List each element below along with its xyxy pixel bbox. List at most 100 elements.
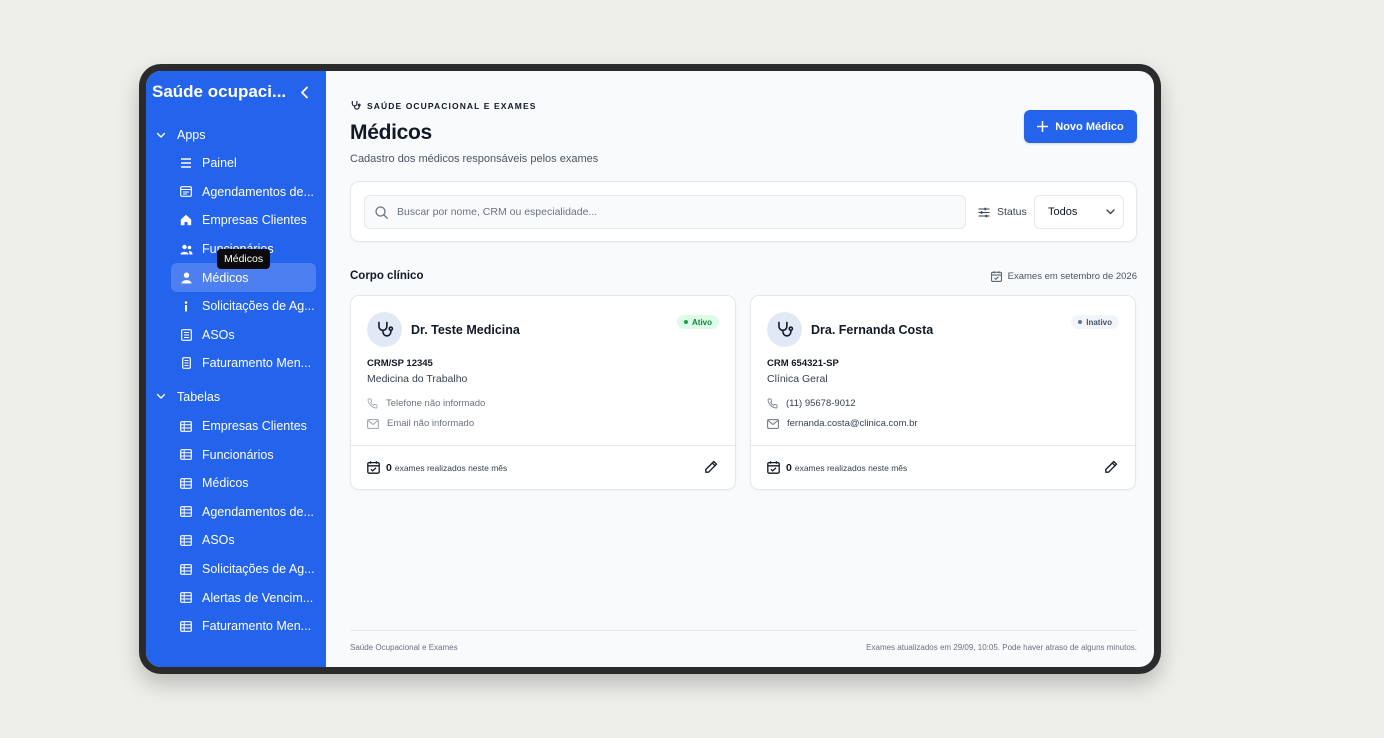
- page-subtitle: Cadastro dos médicos responsáveis pelos …: [350, 153, 599, 165]
- table-icon: [180, 477, 192, 489]
- sidebar-item-label: Faturamento Men...: [202, 356, 312, 371]
- filter-bar: Status Todos: [350, 181, 1137, 242]
- edit-button[interactable]: [704, 460, 718, 474]
- doctor-specialty: Medicina do Trabalho: [367, 373, 468, 385]
- sidebar-item-label: Empresas Clientes: [202, 213, 307, 228]
- sidebar-item-label: ASOs: [202, 533, 235, 548]
- stethoscope-icon: [351, 100, 361, 110]
- sidebar-item-label: Solicitações de Ag...: [202, 562, 315, 577]
- sidebar-group-label: Tabelas: [177, 389, 221, 404]
- home-icon: [180, 215, 192, 226]
- users-icon: [180, 244, 192, 255]
- sidebar-item-label: Solicitações de Ag...: [202, 299, 315, 314]
- pencil-icon: [705, 460, 718, 473]
- new-doctor-button[interactable]: Novo Médico: [1024, 110, 1137, 143]
- doctor-email-text: fernanda.costa@clinica.com.br: [787, 418, 918, 429]
- exams-label: exames realizados neste mês: [394, 462, 508, 473]
- chevron-left-icon: [300, 86, 308, 98]
- footer-right-text: Exames atualizados em 29/09, 10:05. Pode…: [866, 643, 1137, 652]
- app-title: Saúde ocupaci...: [152, 82, 287, 101]
- section-title: Corpo clínico: [350, 270, 424, 282]
- sidebar-table-agendamentos[interactable]: Agendamentos de...: [171, 498, 316, 527]
- info-icon: [184, 300, 188, 312]
- status-label-text: Status: [997, 206, 1027, 218]
- collapse-sidebar-button[interactable]: [296, 84, 312, 100]
- exams-number: 0: [786, 461, 792, 474]
- user-icon: [181, 272, 191, 284]
- main-content: SAÚDE OCUPACIONAL E EXAMES Médicos Cadas…: [326, 71, 1154, 667]
- sidebar-item-agendamentos[interactable]: Agendamentos de...: [171, 178, 316, 207]
- sidebar-item-solicitacoes[interactable]: Solicitações de Ag...: [171, 292, 316, 321]
- calendar-icon: [180, 186, 192, 198]
- sidebar-item-label: Agendamentos de...: [202, 184, 314, 199]
- doctor-phone: Telefone não informado: [367, 398, 485, 409]
- app-screen: Saúde ocupaci... Apps Painel Agendamento…: [146, 71, 1154, 667]
- doctor-name: Dr. Teste Medicina: [411, 323, 520, 337]
- table-icon: [180, 420, 192, 432]
- search-input[interactable]: [397, 206, 957, 218]
- sidebar-table-solicitacoes[interactable]: Solicitações de Ag...: [171, 555, 316, 584]
- card-footer: 0 exames realizados neste mês: [351, 445, 735, 490]
- doctor-card[interactable]: Dr. Teste Medicina Ativo CRM/SP 12345 Me…: [350, 295, 736, 490]
- phone-icon: [767, 398, 778, 409]
- search-icon: [375, 205, 388, 219]
- sidebar-item-label: ASOs: [202, 327, 235, 342]
- sidebar-group-tabelas[interactable]: Tabelas: [146, 385, 326, 409]
- sidebar-table-empresas-clientes[interactable]: Empresas Clientes: [171, 412, 316, 441]
- status-badge-text: Inativo: [1086, 317, 1112, 327]
- sidebar-item-painel[interactable]: Painel: [171, 149, 316, 178]
- doctor-email-text: Email não informado: [387, 418, 475, 429]
- new-doctor-label: Novo Médico: [1055, 120, 1124, 133]
- status-select[interactable]: Todos: [1034, 195, 1124, 229]
- pencil-icon: [1105, 460, 1118, 473]
- stethoscope-icon: [378, 321, 394, 337]
- doctor-phone-text: (11) 95678-9012: [786, 398, 856, 409]
- sidebar-item-faturamento[interactable]: Faturamento Men...: [171, 349, 316, 378]
- table-icon: [180, 506, 192, 518]
- eyebrow-text: SAÚDE OCUPACIONAL E EXAMES: [367, 100, 537, 111]
- doctor-email: Email não informado: [367, 418, 474, 429]
- sidebar-table-medicos[interactable]: Médicos: [171, 469, 316, 498]
- table-icon: [180, 592, 192, 604]
- stethoscope-icon: [778, 321, 794, 337]
- card-footer: 0 exames realizados neste mês: [751, 445, 1135, 490]
- sidebar-item-label: Médicos: [202, 476, 249, 491]
- sidebar: Saúde ocupaci... Apps Painel Agendamento…: [146, 71, 326, 667]
- plus-icon: [1037, 121, 1049, 132]
- section-eyebrow: SAÚDE OCUPACIONAL E EXAMES: [350, 100, 537, 111]
- status-badge: Ativo: [677, 315, 719, 329]
- sidebar-item-label: Médicos: [202, 270, 249, 285]
- tablet-frame: Saúde ocupaci... Apps Painel Agendamento…: [139, 64, 1161, 674]
- sidebar-item-empresas-clientes[interactable]: Empresas Clientes: [171, 206, 316, 235]
- doctor-specialty: Clínica Geral: [767, 373, 828, 385]
- sidebar-table-alertas[interactable]: Alertas de Vencim...: [171, 583, 316, 612]
- table-icon: [180, 620, 192, 632]
- table-icon: [180, 563, 192, 575]
- sidebar-item-asos[interactable]: ASOs: [171, 321, 316, 350]
- doctor-card[interactable]: Dra. Fernanda Costa Inativo CRM 654321-S…: [750, 295, 1136, 490]
- exams-number: 0: [386, 461, 392, 474]
- chevron-down-icon: [1106, 209, 1115, 215]
- sidebar-table-asos[interactable]: ASOs: [171, 526, 316, 555]
- sidebar-group-apps[interactable]: Apps: [146, 123, 326, 147]
- tooltip: Médicos: [217, 249, 271, 269]
- chevron-down-icon: [156, 394, 166, 399]
- exams-count: 0 exames realizados neste mês: [767, 461, 907, 474]
- table-icon: [180, 449, 192, 461]
- sidebar-item-label: Painel: [202, 156, 237, 171]
- sidebar-item-label: Faturamento Men...: [202, 619, 312, 634]
- section-meta: Exames em setembro de 2026: [990, 271, 1137, 282]
- sidebar-table-funcionarios[interactable]: Funcionários: [171, 440, 316, 469]
- footer-left-text: Saúde Ocupacional e Exames: [350, 643, 458, 652]
- sidebar-item-label: Empresas Clientes: [202, 419, 307, 434]
- chevron-down-icon: [156, 132, 166, 138]
- edit-button[interactable]: [1104, 460, 1118, 474]
- search-box: [364, 195, 966, 229]
- receipt-icon: [181, 357, 191, 370]
- avatar: [367, 312, 402, 347]
- calendar-check-icon: [990, 271, 1002, 282]
- sliders-icon: [978, 207, 990, 217]
- doctor-crm: CRM 654321-SP: [767, 358, 839, 369]
- sidebar-table-faturamento[interactable]: Faturamento Men...: [171, 612, 316, 641]
- doctor-phone: (11) 95678-9012: [767, 398, 856, 409]
